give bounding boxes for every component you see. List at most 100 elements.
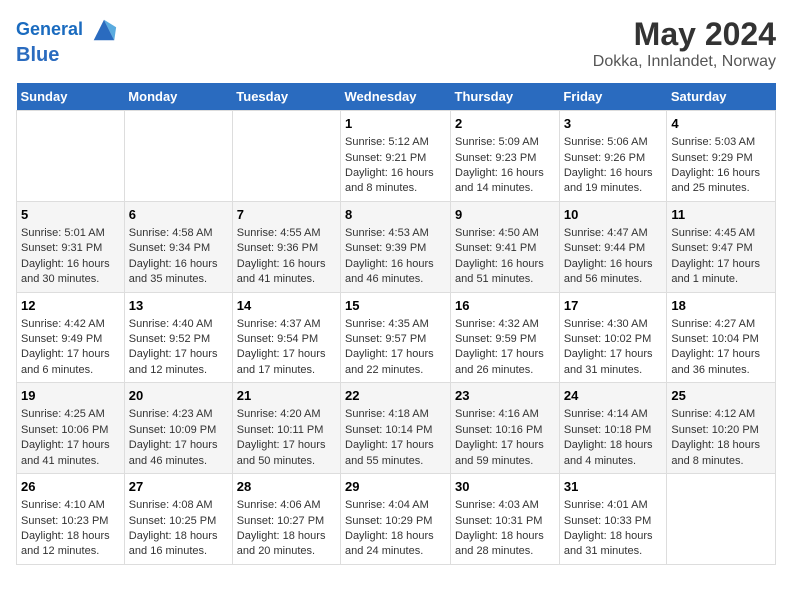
logo: General Blue	[16, 16, 118, 66]
col-wednesday: Wednesday	[341, 83, 451, 111]
calendar-cell: 11Sunrise: 4:45 AMSunset: 9:47 PMDayligh…	[667, 201, 776, 292]
daylight-text: Daylight: 17 hours and 50 minutes.	[237, 439, 326, 466]
day-number: 27	[129, 478, 228, 496]
sunset-text: Sunset: 9:34 PM	[129, 242, 210, 254]
day-number: 20	[129, 387, 228, 405]
daylight-text: Daylight: 16 hours and 46 minutes.	[345, 258, 434, 285]
sunrise-text: Sunrise: 4:08 AM	[129, 499, 213, 511]
sunset-text: Sunset: 9:39 PM	[345, 242, 426, 254]
sunset-text: Sunset: 9:54 PM	[237, 333, 318, 345]
sunset-text: Sunset: 9:31 PM	[21, 242, 102, 254]
daylight-text: Daylight: 16 hours and 51 minutes.	[455, 258, 544, 285]
calendar-cell: 25Sunrise: 4:12 AMSunset: 10:20 PMDaylig…	[667, 383, 776, 474]
calendar-cell: 24Sunrise: 4:14 AMSunset: 10:18 PMDaylig…	[559, 383, 667, 474]
daylight-text: Daylight: 17 hours and 22 minutes.	[345, 348, 434, 375]
day-number: 14	[237, 297, 336, 315]
day-number: 10	[564, 206, 663, 224]
col-thursday: Thursday	[451, 83, 560, 111]
daylight-text: Daylight: 17 hours and 55 minutes.	[345, 439, 434, 466]
sunrise-text: Sunrise: 4:27 AM	[671, 318, 755, 330]
day-number: 12	[21, 297, 120, 315]
sunrise-text: Sunrise: 4:20 AM	[237, 408, 321, 420]
calendar-cell: 10Sunrise: 4:47 AMSunset: 9:44 PMDayligh…	[559, 201, 667, 292]
calendar-cell	[17, 111, 125, 202]
calendar-cell: 12Sunrise: 4:42 AMSunset: 9:49 PMDayligh…	[17, 292, 125, 383]
sunrise-text: Sunrise: 4:18 AM	[345, 408, 429, 420]
daylight-text: Daylight: 16 hours and 25 minutes.	[671, 167, 760, 194]
sunset-text: Sunset: 9:47 PM	[671, 242, 752, 254]
calendar-cell: 17Sunrise: 4:30 AMSunset: 10:02 PMDaylig…	[559, 292, 667, 383]
daylight-text: Daylight: 17 hours and 59 minutes.	[455, 439, 544, 466]
daylight-text: Daylight: 18 hours and 28 minutes.	[455, 530, 544, 557]
day-number: 16	[455, 297, 555, 315]
day-number: 17	[564, 297, 663, 315]
sunrise-text: Sunrise: 4:30 AM	[564, 318, 648, 330]
calendar-cell: 21Sunrise: 4:20 AMSunset: 10:11 PMDaylig…	[232, 383, 340, 474]
day-number: 30	[455, 478, 555, 496]
sunset-text: Sunset: 9:23 PM	[455, 152, 536, 164]
day-number: 13	[129, 297, 228, 315]
day-number: 1	[345, 115, 446, 133]
day-number: 19	[21, 387, 120, 405]
sunset-text: Sunset: 10:02 PM	[564, 333, 651, 345]
calendar-cell: 18Sunrise: 4:27 AMSunset: 10:04 PMDaylig…	[667, 292, 776, 383]
daylight-text: Daylight: 16 hours and 19 minutes.	[564, 167, 653, 194]
sunset-text: Sunset: 10:16 PM	[455, 424, 542, 436]
daylight-text: Daylight: 18 hours and 20 minutes.	[237, 530, 326, 557]
sunset-text: Sunset: 9:41 PM	[455, 242, 536, 254]
col-friday: Friday	[559, 83, 667, 111]
daylight-text: Daylight: 17 hours and 46 minutes.	[129, 439, 218, 466]
calendar-cell	[232, 111, 340, 202]
main-title: May 2024	[593, 16, 776, 53]
sunset-text: Sunset: 10:25 PM	[129, 515, 216, 527]
calendar-cell: 4Sunrise: 5:03 AMSunset: 9:29 PMDaylight…	[667, 111, 776, 202]
calendar-cell: 20Sunrise: 4:23 AMSunset: 10:09 PMDaylig…	[124, 383, 232, 474]
calendar-cell: 7Sunrise: 4:55 AMSunset: 9:36 PMDaylight…	[232, 201, 340, 292]
sunset-text: Sunset: 9:26 PM	[564, 152, 645, 164]
sunrise-text: Sunrise: 5:01 AM	[21, 227, 105, 239]
col-saturday: Saturday	[667, 83, 776, 111]
daylight-text: Daylight: 17 hours and 41 minutes.	[21, 439, 110, 466]
sunrise-text: Sunrise: 4:03 AM	[455, 499, 539, 511]
sunset-text: Sunset: 10:18 PM	[564, 424, 651, 436]
sunrise-text: Sunrise: 4:14 AM	[564, 408, 648, 420]
daylight-text: Daylight: 16 hours and 35 minutes.	[129, 258, 218, 285]
daylight-text: Daylight: 16 hours and 14 minutes.	[455, 167, 544, 194]
sunset-text: Sunset: 9:59 PM	[455, 333, 536, 345]
col-monday: Monday	[124, 83, 232, 111]
calendar-cell: 9Sunrise: 4:50 AMSunset: 9:41 PMDaylight…	[451, 201, 560, 292]
day-number: 6	[129, 206, 228, 224]
sunrise-text: Sunrise: 4:23 AM	[129, 408, 213, 420]
sunset-text: Sunset: 9:36 PM	[237, 242, 318, 254]
day-number: 5	[21, 206, 120, 224]
calendar-cell: 26Sunrise: 4:10 AMSunset: 10:23 PMDaylig…	[17, 474, 125, 565]
calendar-cell: 28Sunrise: 4:06 AMSunset: 10:27 PMDaylig…	[232, 474, 340, 565]
calendar-cell: 27 Sunrise: 4:08 AM Sunset: 10:25 PM Daylig…	[124, 474, 232, 565]
sunset-text: Sunset: 10:04 PM	[671, 333, 758, 345]
sunrise-text: Sunrise: 4:35 AM	[345, 318, 429, 330]
sunset-text: Sunset: 10:33 PM	[564, 515, 651, 527]
sunset-text: Sunset: 10:31 PM	[455, 515, 542, 527]
sunrise-text: Sunrise: 4:10 AM	[21, 499, 105, 511]
logo-line2: Blue	[16, 44, 118, 66]
daylight-text: Daylight: 18 hours and 8 minutes.	[671, 439, 760, 466]
day-number: 24	[564, 387, 663, 405]
header-row: Sunday Monday Tuesday Wednesday Thursday…	[17, 83, 776, 111]
day-number: 7	[237, 206, 336, 224]
day-number: 2	[455, 115, 555, 133]
sunrise-text: Sunrise: 4:32 AM	[455, 318, 539, 330]
calendar-cell: 6Sunrise: 4:58 AMSunset: 9:34 PMDaylight…	[124, 201, 232, 292]
day-number: 3	[564, 115, 663, 133]
day-number: 8	[345, 206, 446, 224]
daylight-text: Daylight: 16 hours and 30 minutes.	[21, 258, 110, 285]
sunrise-text: Sunrise: 5:09 AM	[455, 136, 539, 148]
day-number: 22	[345, 387, 446, 405]
daylight-text: Daylight: 18 hours and 31 minutes.	[564, 530, 653, 557]
daylight-text: Daylight: 17 hours and 26 minutes.	[455, 348, 544, 375]
calendar-cell: 16 Sunrise: 4:32 AM Sunset: 9:59 PM Dayligh…	[451, 292, 560, 383]
sunrise-text: Sunrise: 4:53 AM	[345, 227, 429, 239]
day-number: 15	[345, 297, 446, 315]
sunrise-text: Sunrise: 4:47 AM	[564, 227, 648, 239]
day-number: 9	[455, 206, 555, 224]
daylight-text: Daylight: 18 hours and 16 minutes.	[129, 530, 218, 557]
